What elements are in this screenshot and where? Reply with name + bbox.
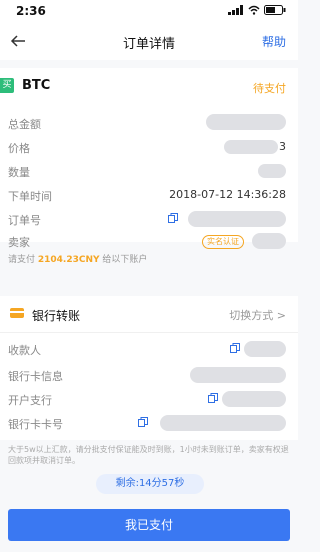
quantity-value-redacted	[258, 164, 286, 178]
card-no-label: 银行卡卡号	[8, 418, 63, 431]
card-no-redacted	[160, 415, 286, 431]
order-details: 总金额 价格 3 数量 下单时间 2018-07-12 14:36:28 订单号…	[0, 106, 298, 249]
nav-bar: 订单详情 帮助	[0, 22, 298, 60]
bank-info-redacted	[190, 367, 286, 383]
payment-note: 请支付 2104.23CNY 给以下账户	[8, 255, 148, 265]
order-time-label: 下单时间	[8, 190, 52, 203]
coin-header: 买 BTC 待支付	[0, 68, 298, 107]
switch-method-button[interactable]: 切换方式 >	[229, 307, 286, 323]
order-no-label: 订单号	[8, 214, 41, 227]
bank-transfer-title: 银行转账	[32, 309, 81, 323]
seller-row: 卖家 实名认证	[8, 232, 286, 252]
bank-transfer-card: 银行转账 切换方式 > 收款人 银行卡信息 开户支行 银行卡卡号	[0, 296, 298, 440]
total-value-redacted	[206, 114, 286, 130]
status-bar: 2:36	[0, 0, 298, 22]
help-link[interactable]: 帮助	[262, 33, 286, 50]
total-row: 总金额	[8, 114, 286, 134]
price-label: 价格	[8, 142, 30, 155]
seller-name-redacted	[252, 233, 286, 249]
order-status: 待支付	[253, 82, 286, 95]
branch-label: 开户支行	[8, 394, 52, 407]
order-time-value: 2018-07-12 14:36:28	[169, 188, 286, 201]
page-title: 订单详情	[122, 37, 175, 52]
copy-icon[interactable]	[168, 213, 178, 223]
order-no-row: 订单号	[8, 210, 286, 230]
branch-redacted	[222, 391, 286, 407]
card-no-row: 银行卡卡号	[8, 414, 286, 434]
price-value-redacted	[224, 140, 278, 154]
order-time-row: 下单时间 2018-07-12 14:36:28	[8, 186, 286, 206]
copy-icon[interactable]	[230, 343, 240, 353]
paid-button[interactable]: 我已支付	[8, 509, 290, 541]
copy-icon[interactable]	[138, 417, 148, 427]
seller-label: 卖家	[8, 236, 30, 249]
wifi-icon	[248, 5, 260, 15]
quantity-label: 数量	[8, 166, 30, 179]
total-label: 总金额	[8, 118, 41, 131]
order-no-redacted	[188, 211, 286, 227]
price-tail: 3	[279, 140, 286, 153]
payee-label: 收款人	[8, 344, 41, 357]
buy-badge: 买	[0, 78, 14, 93]
transfer-warning: 大于5w以上汇款，请分批支付保证能及时到账，1小时未到账订单，卖家有权退回款项并…	[8, 445, 289, 465]
countdown-timer: 剩余:14分57秒	[96, 474, 204, 494]
payee-row: 收款人	[8, 340, 286, 360]
bank-info-label: 银行卡信息	[8, 370, 63, 383]
copy-icon[interactable]	[208, 393, 218, 403]
bank-card-icon	[10, 308, 24, 318]
quantity-row: 数量	[8, 162, 286, 182]
bank-info-row: 银行卡信息	[8, 366, 286, 386]
branch-row: 开户支行	[8, 390, 286, 410]
bank-transfer-header: 银行转账 切换方式 >	[0, 296, 298, 333]
verified-badge: 实名认证	[202, 235, 244, 249]
battery-icon	[264, 5, 286, 15]
coin-symbol: BTC	[22, 78, 51, 93]
status-icons	[228, 5, 286, 15]
payee-redacted	[244, 341, 286, 357]
status-time: 2:36	[16, 4, 46, 18]
payment-amount: 2104.23CNY	[37, 255, 100, 265]
signal-icon	[228, 5, 243, 15]
price-row: 价格 3	[8, 138, 286, 158]
